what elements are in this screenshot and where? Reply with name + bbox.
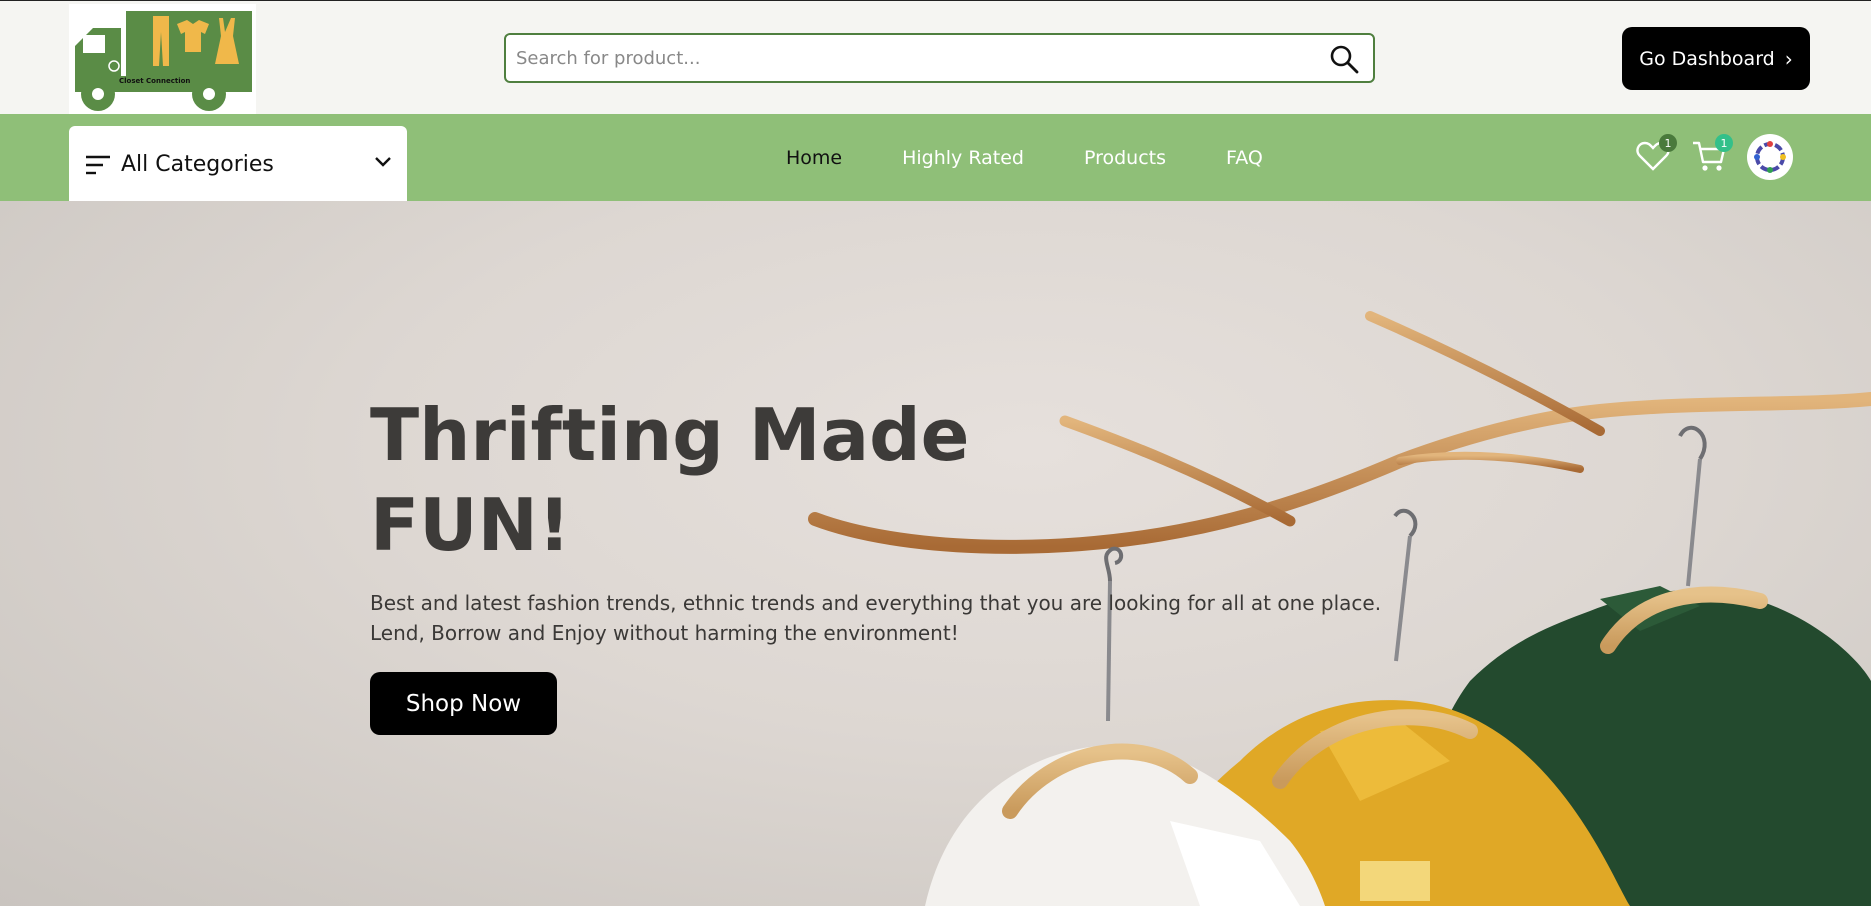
- search-input[interactable]: [516, 35, 1296, 81]
- menu-lines-icon: [86, 155, 110, 174]
- go-dashboard-label: Go Dashboard: [1639, 47, 1775, 70]
- logo[interactable]: Closet Connection: [69, 4, 256, 114]
- nav-links: Home Highly Rated Products FAQ: [786, 114, 1263, 201]
- hero-description-line2: Lend, Borrow and Enjoy without harming t…: [370, 621, 959, 645]
- logo-text: Closet Connection: [119, 77, 191, 85]
- hero-title: Thrifting Made FUN!: [370, 390, 970, 570]
- cart-count-badge: 1: [1715, 134, 1733, 152]
- hero-description: Best and latest fashion trends, ethnic t…: [370, 588, 1420, 648]
- nav-link-home[interactable]: Home: [786, 147, 842, 169]
- avatar-icon: [1749, 136, 1791, 178]
- hero-banner: Thrifting Made FUN! Best and latest fash…: [0, 201, 1871, 906]
- cart-button[interactable]: 1: [1691, 134, 1733, 176]
- nav-link-products[interactable]: Products: [1084, 147, 1166, 169]
- shop-now-button[interactable]: Shop Now: [370, 672, 557, 735]
- search-bar: [504, 33, 1375, 83]
- avatar[interactable]: [1747, 134, 1793, 180]
- go-dashboard-button[interactable]: Go Dashboard ›: [1622, 27, 1810, 90]
- wishlist-count-badge: 1: [1659, 134, 1677, 152]
- main-nav: All Categories Home Highly Rated Product…: [0, 114, 1871, 203]
- hero-description-line1: Best and latest fashion trends, ethnic t…: [370, 591, 1382, 615]
- shop-now-label: Shop Now: [405, 690, 522, 717]
- search-icon[interactable]: [1329, 44, 1359, 74]
- nav-link-faq[interactable]: FAQ: [1226, 147, 1263, 169]
- hero-title-line1: Thrifting Made: [370, 393, 970, 477]
- all-categories-dropdown[interactable]: All Categories: [69, 126, 407, 203]
- chevron-down-icon: [375, 157, 391, 167]
- truck-logo-icon: [75, 11, 252, 111]
- hero-title-line2: FUN!: [370, 483, 571, 567]
- wishlist-button[interactable]: 1: [1635, 134, 1677, 176]
- chevron-right-icon: ›: [1784, 46, 1793, 71]
- nav-link-highly-rated[interactable]: Highly Rated: [902, 147, 1024, 169]
- top-header: Closet Connection Go Dashboard ›: [0, 0, 1871, 114]
- all-categories-label: All Categories: [121, 152, 274, 177]
